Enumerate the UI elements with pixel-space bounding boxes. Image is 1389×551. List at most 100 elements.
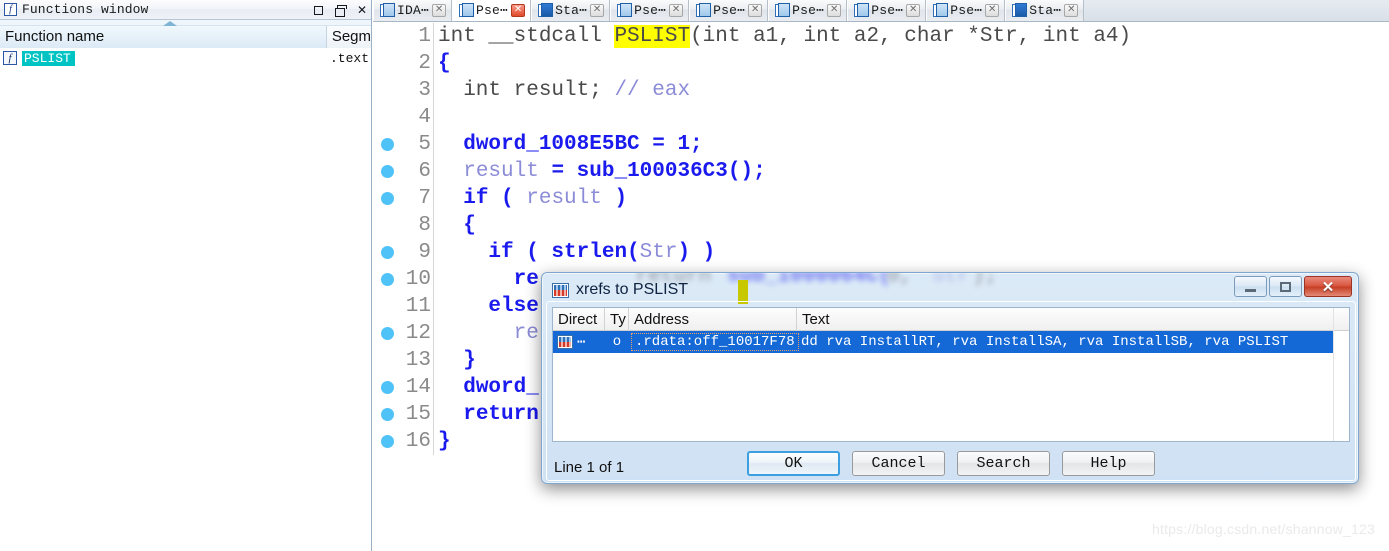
column-header-address[interactable]: Address xyxy=(629,307,797,331)
line-number: 4 xyxy=(418,106,431,129)
line-number: 13 xyxy=(405,349,431,372)
sort-ascending-icon xyxy=(163,21,177,26)
tab-pseudocode-active[interactable]: Pse⋯ ✕ xyxy=(452,0,532,21)
xrefs-scrollbar[interactable] xyxy=(1333,308,1349,441)
code-line-text: { xyxy=(434,52,451,75)
document-icon xyxy=(617,3,633,17)
help-button[interactable]: Help xyxy=(1062,450,1155,476)
breakpoint-dot-icon[interactable] xyxy=(373,327,401,340)
close-icon[interactable]: ✕ xyxy=(985,3,1000,17)
xrefs-column-header: Direct Ty Address Text xyxy=(553,307,1349,331)
code-line[interactable]: 9 if ( strlen(Str) ) xyxy=(373,239,1389,266)
line-number: 9 xyxy=(418,241,431,264)
search-button[interactable]: Search xyxy=(957,450,1050,476)
highlighted-token: PSLIST xyxy=(614,25,691,48)
code-line[interactable]: 6 result = sub_100036C3(); xyxy=(373,158,1389,185)
code-token: result xyxy=(526,187,602,210)
tab-structures-2[interactable]: Sta⋯ ✕ xyxy=(1005,0,1085,21)
code-line-text: return xyxy=(434,403,539,426)
close-icon[interactable]: ✕ xyxy=(669,3,684,17)
code-token: = xyxy=(538,160,577,183)
code-line-text: { xyxy=(434,214,476,237)
minimize-icon[interactable] xyxy=(1234,276,1267,297)
breakpoint-dot-icon[interactable] xyxy=(373,408,401,421)
xrefs-listview[interactable]: Direct Ty Address Text ⋯ o .rdata:off_10… xyxy=(552,307,1350,442)
tab-pseudocode-8[interactable]: Pse⋯ ✕ xyxy=(926,0,1006,21)
column-header-direct[interactable]: Direct xyxy=(553,307,605,331)
document-icon xyxy=(380,3,395,17)
document-icon xyxy=(933,3,949,17)
line-number: 7 xyxy=(418,187,431,210)
close-icon[interactable]: ✕ xyxy=(432,3,447,17)
code-line[interactable]: 2{ xyxy=(373,50,1389,77)
close-icon[interactable]: ✕ xyxy=(511,3,526,17)
gutter-separator xyxy=(433,104,434,131)
code-token: { xyxy=(438,214,476,237)
xrefs-dialog[interactable]: return sub_1000064C( 0, Str ); xrefs to … xyxy=(541,272,1359,484)
code-token: int result; xyxy=(438,79,615,102)
tab-label: Sta⋯ xyxy=(555,2,588,18)
tab-pseudocode-5[interactable]: Pse⋯ ✕ xyxy=(689,0,769,21)
breakpoint-dot-icon[interactable] xyxy=(373,435,401,448)
xrefs-row[interactable]: ⋯ o .rdata:off_10017F78 dd rva InstallRT… xyxy=(553,331,1349,353)
xrefs-icon xyxy=(552,282,569,298)
tab-pseudocode-4[interactable]: Pse⋯ ✕ xyxy=(610,0,690,21)
cancel-button[interactable]: Cancel xyxy=(852,450,945,476)
tab-ida-view[interactable]: IDA⋯ ✕ xyxy=(373,0,453,21)
code-line-text: int result; // eax xyxy=(434,79,690,102)
tab-pseudocode-6[interactable]: Pse⋯ ✕ xyxy=(768,0,848,21)
function-icon: f xyxy=(3,51,17,65)
code-line[interactable]: 8 { xyxy=(373,212,1389,239)
breakpoint-dot-icon[interactable] xyxy=(373,165,401,178)
code-line[interactable]: 5 dword_1008E5BC = 1; xyxy=(373,131,1389,158)
restore-icon[interactable] xyxy=(334,5,347,17)
tab-pseudocode-7[interactable]: Pse⋯ ✕ xyxy=(847,0,927,21)
code-line[interactable]: 3 int result; // eax xyxy=(373,77,1389,104)
functions-column-header: Function name Segm xyxy=(0,25,371,48)
xrefs-dialog-title: xrefs to PSLIST xyxy=(576,281,689,298)
tab-label: IDA⋯ xyxy=(397,2,430,18)
close-icon[interactable]: ✕ xyxy=(827,3,842,17)
close-icon[interactable]: ✕ xyxy=(748,3,763,17)
tab-label: Pse⋯ xyxy=(871,2,904,18)
close-icon[interactable]: ✕ xyxy=(906,3,921,17)
code-token: sub_100036C3(); xyxy=(576,160,766,183)
code-token: dword_ xyxy=(463,376,539,399)
ok-button[interactable]: OK xyxy=(747,450,840,476)
code-line[interactable]: 7 if ( result ) xyxy=(373,185,1389,212)
maximize-icon[interactable] xyxy=(313,5,323,15)
close-icon[interactable]: ✕ xyxy=(590,3,605,17)
column-header-segment-label: Segm xyxy=(331,28,371,45)
close-icon[interactable]: ✕ xyxy=(1064,3,1079,17)
breakpoint-dot-icon[interactable] xyxy=(373,381,401,394)
close-icon[interactable]: ✕ xyxy=(357,4,367,16)
functions-window-titlebar: f Functions window ✕ xyxy=(0,0,371,20)
column-header-type[interactable]: Ty xyxy=(605,307,629,331)
column-header-segment[interactable]: Segm xyxy=(326,25,371,48)
editor-tabbar: IDA⋯ ✕ Pse⋯ ✕ Sta⋯ ✕ Pse⋯ ✕ Pse⋯ ✕ Pse⋯ … xyxy=(373,0,1389,22)
column-header-function-name[interactable]: Function name xyxy=(0,25,327,48)
column-header-text[interactable]: Text xyxy=(797,308,1349,331)
breakpoint-dot-icon[interactable] xyxy=(373,246,401,259)
code-token: re xyxy=(513,322,539,345)
tab-label: Pse⋯ xyxy=(792,2,825,18)
code-line[interactable]: 4 xyxy=(373,104,1389,131)
close-icon[interactable]: ✕ xyxy=(1304,276,1352,297)
xrefs-row-icon xyxy=(557,335,573,349)
functions-window: f Functions window ✕ Function name Segm … xyxy=(0,0,372,551)
function-list-row[interactable]: f PSLIST .text xyxy=(0,48,371,68)
maximize-icon[interactable] xyxy=(1269,276,1302,297)
code-line[interactable]: 1 int __stdcall PSLIST(int a1, int a2, ch… xyxy=(373,23,1389,50)
breakpoint-dot-icon[interactable] xyxy=(373,273,401,286)
tab-label: Pse⋯ xyxy=(713,2,746,18)
code-token: else xyxy=(488,295,539,318)
line-number: 10 xyxy=(405,268,431,291)
breakpoint-dot-icon[interactable] xyxy=(373,138,401,151)
xrefs-dialog-window-controls: ✕ xyxy=(1234,276,1352,297)
breakpoint-dot-icon[interactable] xyxy=(373,192,401,205)
tab-structures[interactable]: Sta⋯ ✕ xyxy=(531,0,611,21)
code-token: if ( strlen( xyxy=(488,241,640,264)
code-token: int __stdcall xyxy=(438,25,615,48)
